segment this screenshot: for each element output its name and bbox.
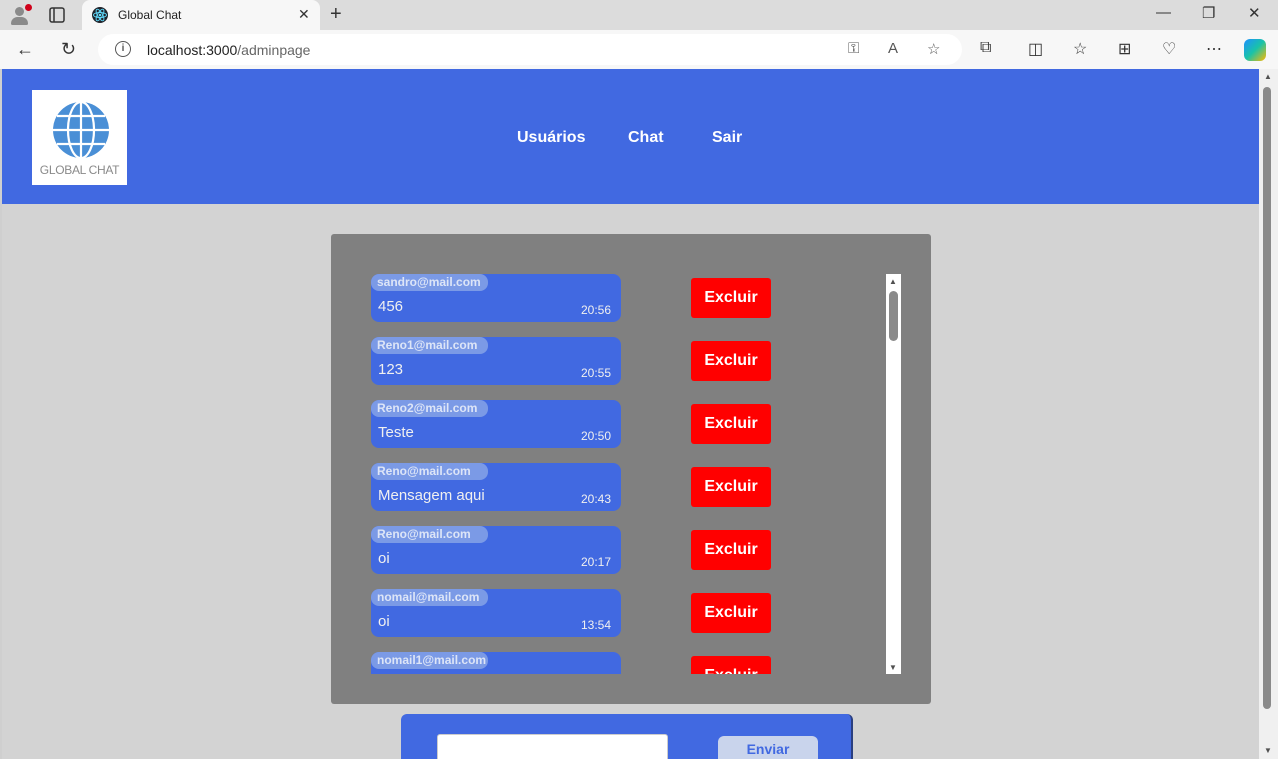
message-time: 20:50 bbox=[580, 429, 611, 443]
page-scrollbar[interactable]: ▲ ▼ bbox=[1259, 69, 1278, 759]
favorites-icon[interactable]: ☆ bbox=[1073, 39, 1087, 59]
split-screen-icon[interactable]: ◫ bbox=[1028, 39, 1043, 59]
message-text: 456 bbox=[378, 298, 404, 315]
message-list-scrollbar[interactable]: ▲ ▼ bbox=[886, 274, 901, 674]
favorite-star-icon[interactable]: ☆ bbox=[927, 40, 940, 58]
browser-tab-bar: Global Chat ✕ + — ❐ ✕ bbox=[0, 0, 1278, 30]
scrollbar-thumb[interactable] bbox=[1263, 87, 1271, 709]
message-text: Teste bbox=[378, 424, 414, 441]
scroll-down-icon[interactable]: ▼ bbox=[1264, 746, 1272, 755]
message-text: oi bbox=[378, 613, 390, 630]
send-button[interactable]: Enviar bbox=[718, 736, 818, 759]
url-bar[interactable]: i localhost:3000/adminpage ⚿ A ☆ bbox=[98, 34, 962, 65]
message-text: oi bbox=[378, 550, 390, 567]
nav-usuarios[interactable]: Usuários bbox=[517, 129, 585, 147]
header: GLOBAL CHAT Usuários Chat Sair bbox=[2, 69, 1259, 204]
message-bubble: Reno1@mail.com 123 20:55 bbox=[371, 337, 621, 385]
copilot-icon[interactable] bbox=[1244, 39, 1266, 61]
collections-icon[interactable]: ⊞ bbox=[1118, 39, 1131, 59]
extensions-icon[interactable]: ⧉ bbox=[980, 39, 991, 57]
message-list[interactable]: sandro@mail.com 456 20:56 Excluir Reno1@… bbox=[371, 274, 851, 674]
composer: Enviar bbox=[401, 714, 853, 759]
nav-sair[interactable]: Sair bbox=[712, 129, 742, 147]
message-row: nomail1@mail.com Excluir bbox=[371, 652, 851, 674]
react-favicon-icon bbox=[92, 7, 108, 23]
message-bubble: Reno@mail.com Mensagem aqui 20:43 bbox=[371, 463, 621, 511]
page: GLOBAL CHAT Usuários Chat Sair sandro@ma… bbox=[2, 69, 1259, 759]
message-sender: nomail@mail.com bbox=[371, 589, 488, 606]
message-sender: Reno@mail.com bbox=[371, 526, 488, 543]
scroll-down-icon[interactable]: ▼ bbox=[889, 663, 897, 672]
message-bubble: Reno@mail.com oi 20:17 bbox=[371, 526, 621, 574]
message-bubble: nomail1@mail.com bbox=[371, 652, 621, 674]
message-row: Reno1@mail.com 123 20:55 Excluir bbox=[371, 337, 851, 385]
chat-panel: sandro@mail.com 456 20:56 Excluir Reno1@… bbox=[331, 234, 931, 704]
maximize-icon[interactable]: ❐ bbox=[1202, 4, 1215, 22]
message-time: 13:54 bbox=[580, 618, 611, 632]
message-row: Reno@mail.com oi 20:17 Excluir bbox=[371, 526, 851, 574]
message-row: sandro@mail.com 456 20:56 Excluir bbox=[371, 274, 851, 322]
scrollbar-thumb[interactable] bbox=[889, 291, 898, 341]
delete-button[interactable]: Excluir bbox=[691, 404, 771, 444]
refresh-icon[interactable]: ↻ bbox=[61, 39, 76, 60]
delete-button[interactable]: Excluir bbox=[691, 530, 771, 570]
new-tab-icon[interactable]: + bbox=[330, 3, 342, 26]
message-sender: Reno1@mail.com bbox=[371, 337, 488, 354]
more-icon[interactable]: ⋯ bbox=[1206, 39, 1222, 59]
message-row: Reno@mail.com Mensagem aqui 20:43 Exclui… bbox=[371, 463, 851, 511]
message-bubble: Reno2@mail.com Teste 20:50 bbox=[371, 400, 621, 448]
message-time: 20:55 bbox=[580, 366, 611, 380]
logo[interactable]: GLOBAL CHAT bbox=[32, 90, 127, 185]
message-time: 20:56 bbox=[580, 303, 611, 317]
message-time: 20:43 bbox=[580, 492, 611, 506]
message-text: 123 bbox=[378, 361, 404, 378]
browser-tab[interactable]: Global Chat ✕ bbox=[82, 0, 320, 30]
tab-title: Global Chat bbox=[118, 8, 182, 22]
read-aloud-icon[interactable]: A bbox=[888, 40, 898, 57]
message-sender: sandro@mail.com bbox=[371, 274, 488, 291]
message-sender: nomail1@mail.com bbox=[371, 652, 488, 669]
close-tab-icon[interactable]: ✕ bbox=[298, 6, 310, 23]
key-icon[interactable]: ⚿ bbox=[848, 40, 859, 57]
globe-icon bbox=[53, 100, 109, 160]
scroll-up-icon[interactable]: ▲ bbox=[889, 277, 897, 286]
nav-chat[interactable]: Chat bbox=[628, 129, 664, 147]
browser-essentials-icon[interactable]: ♡ bbox=[1162, 39, 1176, 59]
delete-button[interactable]: Excluir bbox=[691, 341, 771, 381]
minimize-icon[interactable]: — bbox=[1156, 4, 1171, 21]
message-sender: Reno2@mail.com bbox=[371, 400, 488, 417]
message-time: 20:17 bbox=[580, 555, 611, 569]
message-bubble: nomail@mail.com oi 13:54 bbox=[371, 589, 621, 637]
delete-button[interactable]: Excluir bbox=[691, 656, 771, 674]
url-text[interactable]: localhost:3000/adminpage bbox=[147, 42, 310, 58]
info-icon[interactable]: i bbox=[115, 41, 131, 57]
close-window-icon[interactable]: ✕ bbox=[1248, 4, 1261, 22]
message-text: Mensagem aqui bbox=[378, 487, 485, 504]
delete-button[interactable]: Excluir bbox=[691, 278, 771, 318]
message-bubble: sandro@mail.com 456 20:56 bbox=[371, 274, 621, 322]
scroll-up-icon[interactable]: ▲ bbox=[1264, 72, 1272, 81]
message-input[interactable] bbox=[437, 734, 668, 759]
delete-button[interactable]: Excluir bbox=[691, 467, 771, 507]
message-row: nomail@mail.com oi 13:54 Excluir bbox=[371, 589, 851, 637]
logo-text: GLOBAL CHAT bbox=[39, 163, 120, 177]
message-sender: Reno@mail.com bbox=[371, 463, 488, 480]
delete-button[interactable]: Excluir bbox=[691, 593, 771, 633]
profile-icon[interactable] bbox=[8, 4, 32, 26]
message-row: Reno2@mail.com Teste 20:50 Excluir bbox=[371, 400, 851, 448]
tab-actions-icon[interactable] bbox=[48, 6, 66, 24]
back-icon[interactable]: ← bbox=[16, 39, 34, 60]
